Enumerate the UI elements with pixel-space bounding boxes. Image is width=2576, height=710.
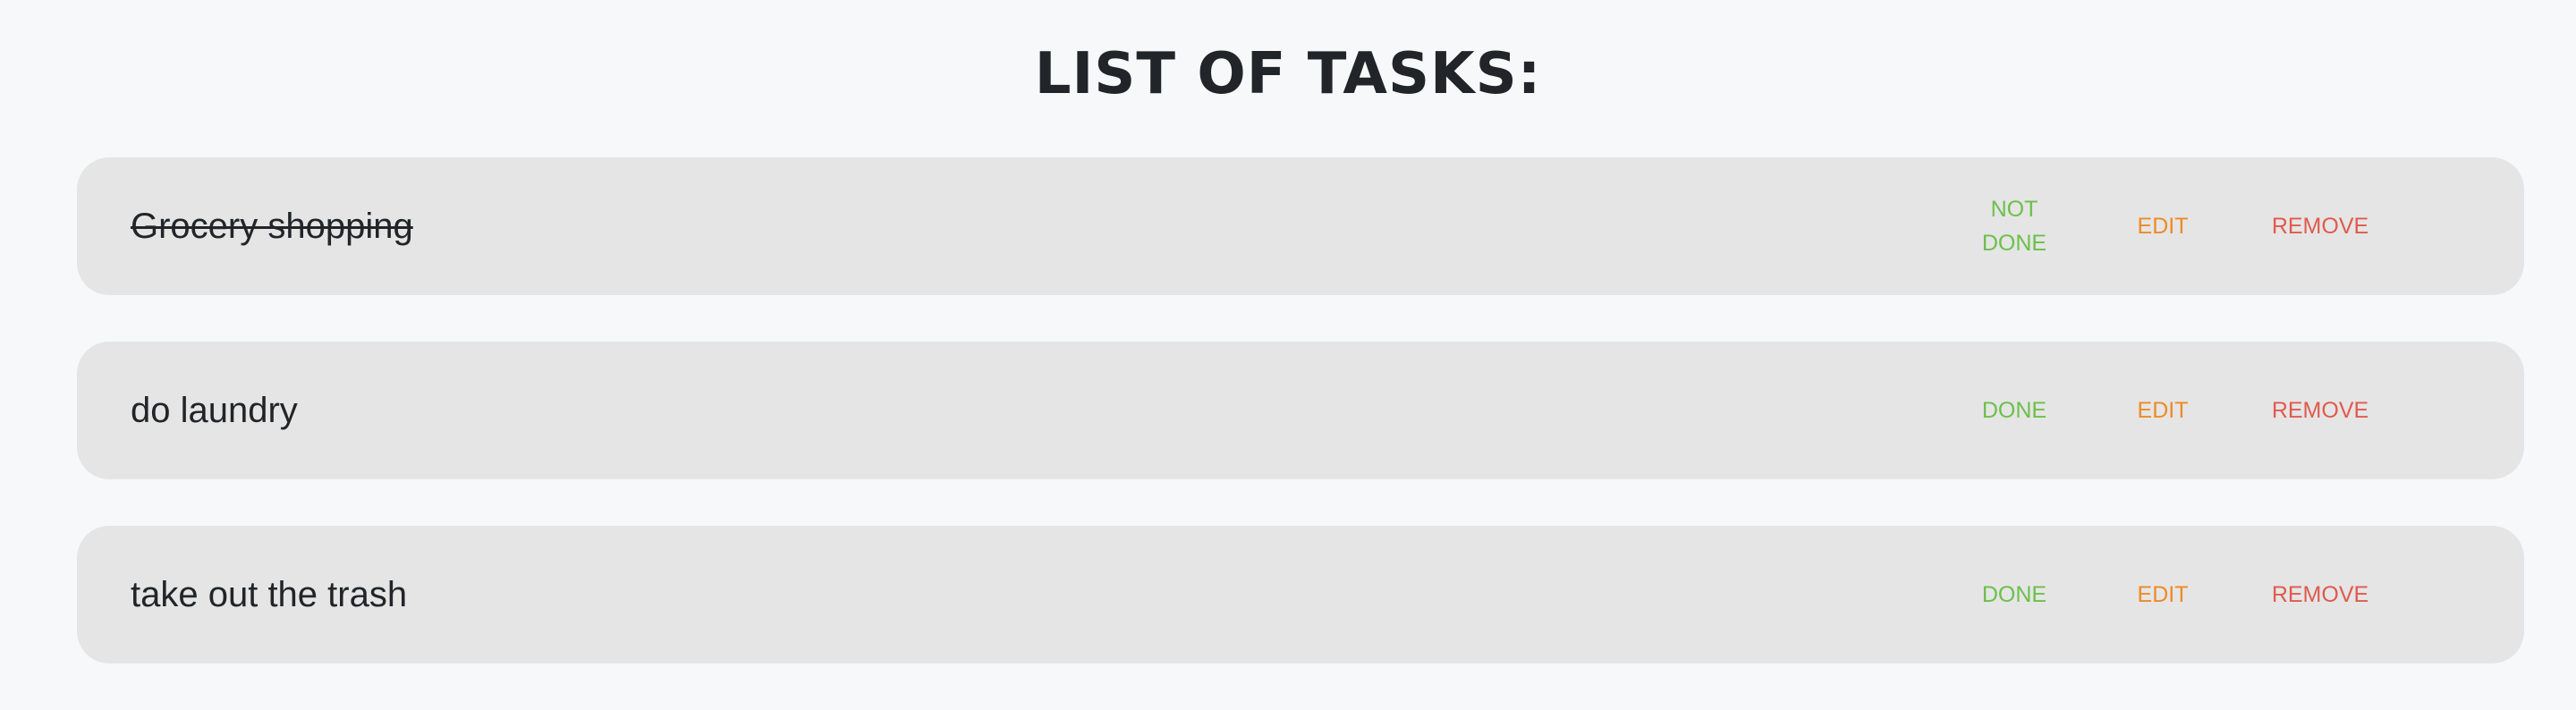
task-name: take out the trash <box>131 575 408 614</box>
remove-button[interactable]: REMOVE <box>2240 342 2401 479</box>
task-card: Grocery shopping NOT DONE EDIT REMOVE <box>77 157 2524 295</box>
done-button[interactable]: DONE <box>1952 342 2077 479</box>
task-card: take out the trash DONE EDIT REMOVE <box>77 526 2524 664</box>
remove-button[interactable]: REMOVE <box>2240 157 2401 295</box>
not-done-button[interactable]: NOT DONE <box>1952 157 2077 295</box>
edit-button[interactable]: EDIT <box>2109 526 2216 664</box>
remove-button[interactable]: REMOVE <box>2240 526 2401 664</box>
page-title: LIST OF TASKS: <box>1034 41 1542 107</box>
task-card: do laundry DONE EDIT REMOVE <box>77 342 2524 479</box>
task-name: do laundry <box>131 391 298 430</box>
task-list: Grocery shopping NOT DONE EDIT REMOVE do… <box>77 157 2524 710</box>
edit-button[interactable]: EDIT <box>2109 342 2216 479</box>
task-name: Grocery shopping <box>131 207 413 246</box>
done-button[interactable]: DONE <box>1952 526 2077 664</box>
edit-button[interactable]: EDIT <box>2109 157 2216 295</box>
